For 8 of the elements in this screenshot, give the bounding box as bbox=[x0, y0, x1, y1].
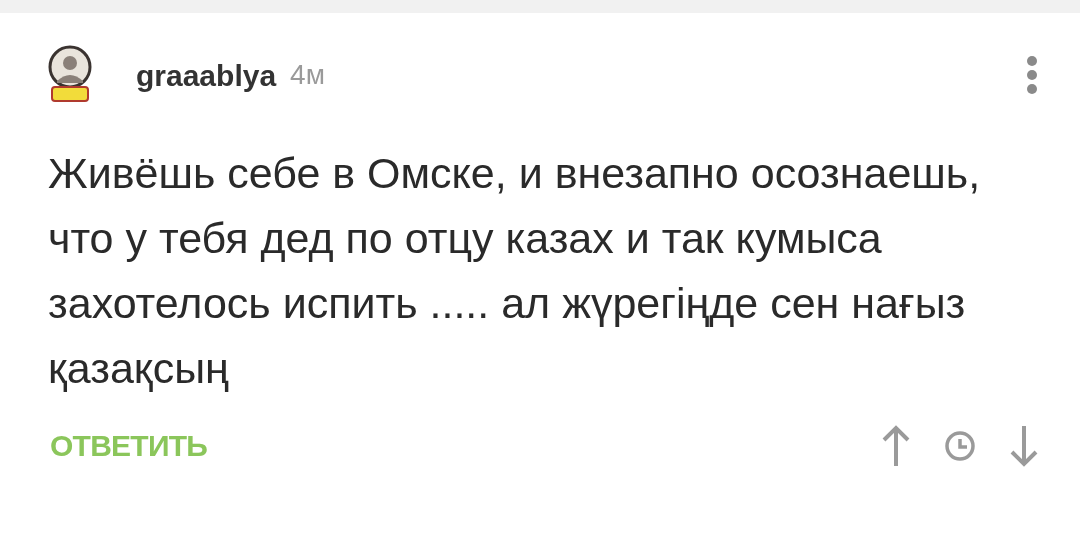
upvote-icon[interactable] bbox=[880, 423, 912, 468]
username[interactable]: graaablya bbox=[136, 52, 277, 98]
comment-text: Живёшь себе в Омске, и внезапно осознаешь, что у тебя дед по отцу казах и так кумыса захотелось испить ..... ал жүрегіңде сен нағыз қазақсың bbox=[48, 148, 982, 394]
avatar-icon[interactable] bbox=[48, 45, 92, 105]
clock-icon[interactable] bbox=[944, 429, 976, 462]
timestamp: 4м bbox=[290, 58, 325, 92]
more-options-icon[interactable] bbox=[1026, 55, 1038, 95]
downvote-icon[interactable] bbox=[1008, 423, 1040, 468]
